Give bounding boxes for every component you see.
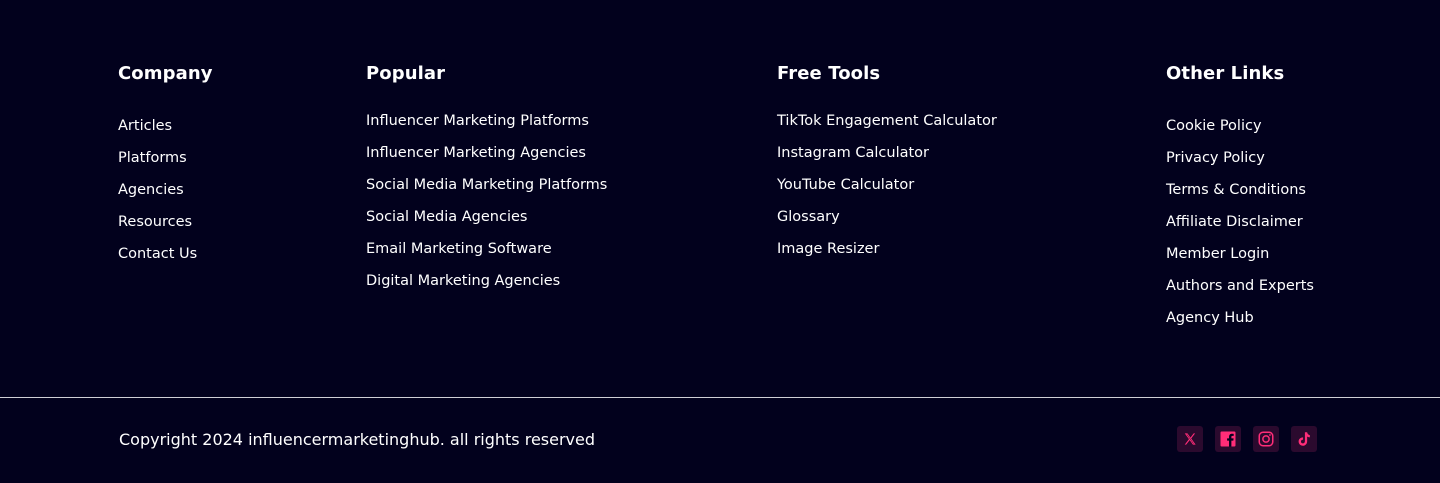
footer-heading-company: Company [118, 63, 213, 84]
footer-column-company: Company Articles Platforms Agencies Reso… [118, 62, 213, 270]
footer-link-tiktok-engagement-calculator[interactable]: TikTok Engagement Calculator [777, 113, 997, 129]
footer-link-articles[interactable]: Articles [118, 118, 172, 134]
list-item: Social Media Agencies [366, 201, 607, 233]
footer-link-instagram-calculator[interactable]: Instagram Calculator [777, 145, 929, 161]
footer-heading-popular: Popular [366, 63, 446, 84]
list-item: YouTube Calculator [777, 169, 997, 201]
site-footer: Company Articles Platforms Agencies Reso… [0, 0, 1440, 483]
facebook-icon [1219, 430, 1237, 448]
list-item: Authors and Experts [1166, 270, 1314, 302]
footer-link-member-login[interactable]: Member Login [1166, 246, 1269, 262]
footer-link-image-resizer[interactable]: Image Resizer [777, 241, 879, 257]
footer-link-influencer-marketing-platforms[interactable]: Influencer Marketing Platforms [366, 113, 589, 129]
footer-link-authors-and-experts[interactable]: Authors and Experts [1166, 278, 1314, 294]
list-item: Articles [118, 110, 213, 142]
list-item: Agencies [118, 174, 213, 206]
footer-links-company: Articles Platforms Agencies Resources Co… [118, 110, 213, 270]
list-item: Influencer Marketing Platforms [366, 105, 607, 137]
footer-link-terms-conditions[interactable]: Terms & Conditions [1166, 182, 1306, 198]
footer-link-email-marketing-software[interactable]: Email Marketing Software [366, 241, 552, 257]
social-button-tiktok[interactable] [1291, 426, 1317, 452]
tiktok-icon [1295, 430, 1313, 448]
footer-link-cookie-policy[interactable]: Cookie Policy [1166, 118, 1262, 134]
social-links [1177, 426, 1317, 452]
footer-link-youtube-calculator[interactable]: YouTube Calculator [777, 177, 914, 193]
footer-link-resources[interactable]: Resources [118, 214, 192, 230]
list-item: Influencer Marketing Agencies [366, 137, 607, 169]
copyright-text: Copyright 2024 influencermarketinghub. a… [119, 430, 596, 449]
list-item: Agency Hub [1166, 302, 1314, 334]
footer-link-glossary[interactable]: Glossary [777, 209, 840, 225]
footer-link-social-media-agencies[interactable]: Social Media Agencies [366, 209, 527, 225]
footer-link-influencer-marketing-agencies[interactable]: Influencer Marketing Agencies [366, 145, 586, 161]
x-twitter-icon [1181, 430, 1199, 448]
list-item: TikTok Engagement Calculator [777, 105, 997, 137]
list-item: Cookie Policy [1166, 110, 1314, 142]
footer-link-social-media-marketing-platforms[interactable]: Social Media Marketing Platforms [366, 177, 607, 193]
social-button-instagram[interactable] [1253, 426, 1279, 452]
list-item: Contact Us [118, 238, 213, 270]
list-item: Email Marketing Software [366, 233, 607, 265]
instagram-icon [1257, 430, 1275, 448]
social-button-x[interactable] [1177, 426, 1203, 452]
footer-link-privacy-policy[interactable]: Privacy Policy [1166, 150, 1265, 166]
list-item: Platforms [118, 142, 213, 174]
list-item: Resources [118, 206, 213, 238]
list-item: Social Media Marketing Platforms [366, 169, 607, 201]
footer-link-platforms[interactable]: Platforms [118, 150, 187, 166]
footer-column-other-links: Other Links Cookie Policy Privacy Policy… [1166, 62, 1314, 334]
list-item: Glossary [777, 201, 997, 233]
footer-heading-other-links: Other Links [1166, 63, 1285, 84]
list-item: Terms & Conditions [1166, 174, 1314, 206]
list-item: Instagram Calculator [777, 137, 997, 169]
footer-link-digital-marketing-agencies[interactable]: Digital Marketing Agencies [366, 273, 560, 289]
footer-link-agency-hub[interactable]: Agency Hub [1166, 310, 1254, 326]
footer-heading-free-tools: Free Tools [777, 63, 881, 84]
social-button-facebook[interactable] [1215, 426, 1241, 452]
list-item: Member Login [1166, 238, 1314, 270]
footer-links-popular: Influencer Marketing Platforms Influence… [366, 105, 607, 297]
footer-link-contact-us[interactable]: Contact Us [118, 246, 197, 262]
list-item: Privacy Policy [1166, 142, 1314, 174]
footer-divider [0, 397, 1440, 398]
list-item: Affiliate Disclaimer [1166, 206, 1314, 238]
footer-links-free-tools: TikTok Engagement Calculator Instagram C… [777, 105, 997, 265]
list-item: Digital Marketing Agencies [366, 265, 607, 297]
footer-links-other: Cookie Policy Privacy Policy Terms & Con… [1166, 110, 1314, 334]
footer-column-free-tools: Free Tools TikTok Engagement Calculator … [777, 62, 997, 265]
footer-link-agencies[interactable]: Agencies [118, 182, 184, 198]
footer-column-popular: Popular Influencer Marketing Platforms I… [366, 62, 607, 297]
list-item: Image Resizer [777, 233, 997, 265]
footer-link-affiliate-disclaimer[interactable]: Affiliate Disclaimer [1166, 214, 1303, 230]
